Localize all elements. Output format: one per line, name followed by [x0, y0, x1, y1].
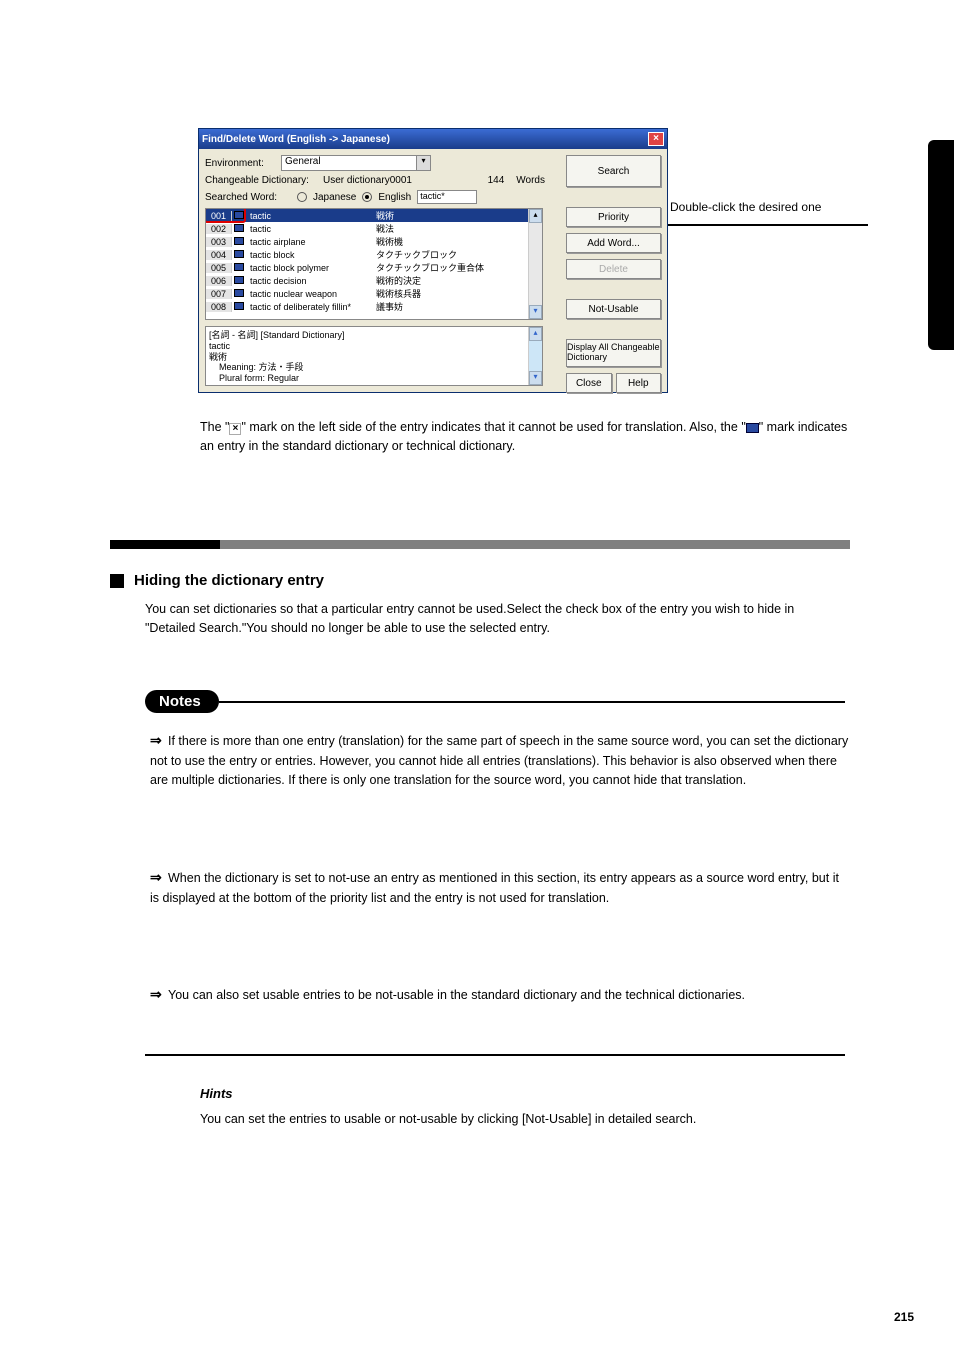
changeable-dict-label: Changeable Dictionary: — [205, 175, 317, 186]
hints-text: You can set the entries to usable or not… — [200, 1110, 848, 1129]
environment-value: General — [285, 156, 321, 167]
scrollbar-vertical[interactable]: ▴ ▾ — [528, 209, 542, 319]
page-tab — [928, 140, 954, 350]
book-icon — [234, 276, 244, 284]
detail-line2: tactic — [209, 341, 539, 352]
book-icon — [234, 289, 244, 297]
radio-japanese[interactable] — [297, 192, 307, 202]
radio-english-label: English — [378, 192, 411, 203]
list-row[interactable]: 003tactic airplane戦術機 — [206, 235, 542, 248]
searched-word-input[interactable]: tactic* — [417, 190, 477, 204]
notes-line — [219, 701, 845, 703]
environment-select[interactable]: General ▾ — [281, 155, 431, 171]
detail-line4: Meaning: 方法・手段 — [209, 362, 539, 373]
paragraph-1: The "×" mark on the left side of the ent… — [200, 418, 848, 457]
book-icon — [234, 224, 244, 232]
detail-line1: [名詞 - 名詞] [Standard Dictionary] — [209, 330, 539, 341]
close-button[interactable]: Close — [566, 373, 612, 393]
add-word-button[interactable]: Add Word... — [566, 233, 661, 253]
scroll-up-icon[interactable]: ▴ — [529, 327, 542, 341]
environment-label: Environment: — [205, 158, 275, 169]
list-row[interactable]: 007tactic nuclear weapon戦術核兵器 — [206, 287, 542, 300]
arrow-right-icon: ⇒ — [150, 730, 168, 752]
detail-line3: 戦術 — [209, 352, 539, 363]
horizontal-rule — [145, 1054, 845, 1056]
section-heading: Hiding the dictionary entry — [134, 572, 324, 589]
list-row[interactable]: 002tactic戦法 — [206, 222, 542, 235]
dialog-screenshot: Find/Delete Word (English -> Japanese) ×… — [198, 128, 668, 393]
section-divider — [110, 540, 850, 549]
searched-word-label: Searched Word: — [205, 192, 291, 203]
help-button[interactable]: Help — [616, 373, 662, 393]
note-1: ⇒If there is more than one entry (transl… — [150, 730, 850, 790]
x-mark-icon: × — [229, 423, 241, 435]
list-row[interactable]: 004tactic blockタクチックブロック — [206, 248, 542, 261]
word-count: 144 — [488, 175, 505, 186]
results-listbox[interactable]: 001tactic戦術002tactic戦法003tactic airplane… — [205, 208, 543, 320]
scroll-down-icon[interactable]: ▾ — [529, 305, 542, 319]
radio-japanese-label: Japanese — [313, 192, 356, 203]
not-usable-button[interactable]: Not-Usable — [566, 299, 661, 319]
page-number: 215 — [894, 1310, 914, 1324]
callout-text: Double-click the desired one — [670, 200, 840, 216]
priority-button[interactable]: Priority — [566, 207, 661, 227]
scroll-up-icon[interactable]: ▴ — [529, 209, 542, 223]
note-2: ⇒When the dictionary is set to not-use a… — [150, 867, 850, 908]
hints-header: Hints — [200, 1086, 233, 1101]
close-icon[interactable]: × — [648, 132, 664, 146]
detail-pane: [名詞 - 名詞] [Standard Dictionary] tactic 戦… — [205, 326, 543, 386]
delete-button[interactable]: Delete — [566, 259, 661, 279]
arrow-right-icon: ⇒ — [150, 984, 168, 1006]
scroll-down-icon[interactable]: ▾ — [529, 371, 542, 385]
chevron-down-icon: ▾ — [416, 156, 430, 170]
display-all-button[interactable]: Display All Changeable Dictionary — [566, 339, 661, 367]
changeable-dict-value: User dictionary0001 — [323, 175, 412, 186]
book-icon — [234, 302, 244, 310]
book-icon — [234, 263, 244, 271]
book-icon — [234, 250, 244, 258]
arrow-right-icon: ⇒ — [150, 867, 168, 889]
detail-scrollbar[interactable]: ▴ ▾ — [528, 327, 542, 385]
book-icon — [746, 423, 759, 433]
book-icon — [234, 237, 244, 245]
book-icon — [234, 211, 244, 219]
window-title: Find/Delete Word (English -> Japanese) — [202, 134, 390, 145]
notes-badge: Notes — [145, 690, 219, 713]
detail-line5: Plural form: Regular — [209, 373, 539, 384]
list-row[interactable]: 008tactic of deliberately fillin*議事妨 — [206, 300, 542, 313]
search-button[interactable]: Search — [566, 155, 661, 187]
radio-english[interactable] — [362, 192, 372, 202]
words-label: Words — [516, 175, 545, 186]
note-3: ⇒You can also set usable entries to be n… — [150, 984, 850, 1006]
list-row[interactable]: 001tactic戦術 — [206, 209, 542, 222]
notes-header: Notes — [145, 690, 845, 713]
bullet-square-icon — [110, 574, 124, 588]
list-row[interactable]: 005tactic block polymerタクチックブロック重合体 — [206, 261, 542, 274]
window-titlebar: Find/Delete Word (English -> Japanese) × — [199, 129, 667, 149]
paragraph-2: You can set dictionaries so that a parti… — [145, 600, 845, 639]
callout-line — [668, 224, 868, 226]
list-row[interactable]: 006tactic decision戦術的決定 — [206, 274, 542, 287]
